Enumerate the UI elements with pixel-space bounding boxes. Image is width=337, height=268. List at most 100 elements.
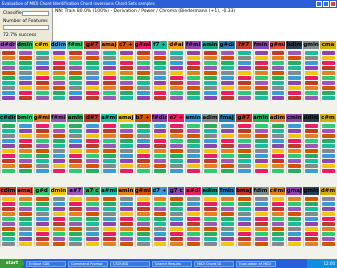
sample-chip[interactable]: [204, 134, 217, 138]
chord-header[interactable]: dmin: [16, 41, 33, 49]
sample-chip[interactable]: [204, 71, 217, 75]
sample-chip[interactable]: [305, 197, 319, 201]
sample-chip[interactable]: [153, 91, 167, 95]
sample-chip[interactable]: [220, 159, 234, 163]
sample-chip[interactable]: [86, 202, 100, 206]
sample-chip[interactable]: [153, 222, 167, 226]
sample-chip[interactable]: [187, 76, 201, 80]
sample-chip[interactable]: [52, 164, 66, 168]
chord-header[interactable]: c#dim: [0, 114, 16, 122]
sample-chip[interactable]: [86, 61, 100, 65]
sample-chip[interactable]: [52, 217, 66, 221]
sample-chip[interactable]: [18, 212, 32, 216]
chord-header[interactable]: amaj: [117, 114, 134, 122]
sample-chip[interactable]: [237, 124, 251, 128]
sample-chip[interactable]: [305, 232, 319, 236]
sample-chip[interactable]: [220, 154, 234, 158]
sample-chip[interactable]: [220, 217, 234, 221]
chord-header[interactable]: f#7: [235, 41, 252, 49]
sample-chip[interactable]: [136, 144, 150, 148]
sample-chip[interactable]: [52, 232, 66, 236]
sample-chip[interactable]: [170, 212, 184, 216]
sample-chip[interactable]: [305, 61, 319, 65]
chord-header[interactable]: g#7: [235, 114, 252, 122]
sample-chip[interactable]: [322, 129, 335, 133]
sample-chip[interactable]: [119, 202, 133, 206]
sample-chip[interactable]: [119, 222, 133, 226]
sample-chip[interactable]: [86, 159, 100, 163]
sample-chip[interactable]: [52, 222, 66, 226]
sample-chip[interactable]: [69, 124, 83, 128]
sample-chip[interactable]: [52, 124, 66, 128]
sample-chip[interactable]: [2, 212, 15, 216]
sample-chip[interactable]: [69, 217, 83, 221]
chord-header[interactable]: amaj: [101, 41, 117, 49]
chord-header[interactable]: fmaj: [218, 114, 235, 122]
sample-chip[interactable]: [52, 154, 66, 158]
start-button[interactable]: start: [0, 259, 24, 268]
sample-chip[interactable]: [170, 71, 184, 75]
sample-chip[interactable]: [237, 227, 251, 231]
sample-chip[interactable]: [18, 237, 32, 241]
sample-chip[interactable]: [103, 164, 116, 168]
sample-chip[interactable]: [288, 197, 302, 201]
sample-chip[interactable]: [254, 227, 268, 231]
sample-chip[interactable]: [2, 81, 15, 85]
sample-chip[interactable]: [254, 207, 268, 211]
sample-chip[interactable]: [187, 139, 201, 143]
sample-chip[interactable]: [322, 144, 335, 148]
sample-chip[interactable]: [305, 51, 319, 55]
chord-header[interactable]: gmin: [303, 187, 320, 195]
sample-chip[interactable]: [69, 91, 83, 95]
sample-chip[interactable]: [288, 76, 302, 80]
sample-chip[interactable]: [103, 51, 116, 55]
sample-chip[interactable]: [69, 159, 83, 163]
sample-chip[interactable]: [18, 197, 32, 201]
sample-chip[interactable]: [305, 76, 319, 80]
sample-chip[interactable]: [322, 134, 335, 138]
sample-chip[interactable]: [288, 207, 302, 211]
sample-chip[interactable]: [170, 144, 184, 148]
sample-chip[interactable]: [288, 139, 302, 143]
sample-chip[interactable]: [119, 134, 133, 138]
sample-chip[interactable]: [220, 169, 234, 173]
sample-chip[interactable]: [237, 81, 251, 85]
sample-chip[interactable]: [2, 56, 15, 60]
sample-chip[interactable]: [220, 91, 234, 95]
sample-chip[interactable]: [136, 237, 150, 241]
sample-chip[interactable]: [153, 169, 167, 173]
sample-chip[interactable]: [103, 124, 116, 128]
sample-chip[interactable]: [153, 202, 167, 206]
sample-chip[interactable]: [103, 134, 116, 138]
sample-chip[interactable]: [52, 66, 66, 70]
sample-chip[interactable]: [204, 154, 217, 158]
sample-chip[interactable]: [237, 217, 251, 221]
sample-chip[interactable]: [18, 154, 32, 158]
sample-chip[interactable]: [18, 61, 32, 65]
sample-chip[interactable]: [86, 242, 100, 246]
sample-chip[interactable]: [322, 227, 335, 231]
sample-chip[interactable]: [305, 66, 319, 70]
sample-chip[interactable]: [86, 169, 100, 173]
sample-chip[interactable]: [2, 222, 15, 226]
sample-chip[interactable]: [119, 124, 133, 128]
sample-chip[interactable]: [153, 61, 167, 65]
sample-chip[interactable]: [237, 154, 251, 158]
sample-chip[interactable]: [2, 242, 15, 246]
sample-chip[interactable]: [220, 129, 234, 133]
sample-chip[interactable]: [322, 76, 335, 80]
sample-chip[interactable]: [69, 232, 83, 236]
sample-chip[interactable]: [119, 51, 133, 55]
sample-chip[interactable]: [119, 232, 133, 236]
chord-header[interactable]: c#m: [33, 41, 50, 49]
sample-chip[interactable]: [136, 91, 150, 95]
sample-chip[interactable]: [35, 237, 49, 241]
chord-header[interactable]: bmaj: [235, 187, 252, 195]
sample-chip[interactable]: [271, 51, 285, 55]
sample-chip[interactable]: [187, 51, 201, 55]
sample-chip[interactable]: [220, 149, 234, 153]
taskbar-item[interactable]: Command Prompt: [68, 260, 108, 267]
chord-header[interactable]: g#di: [218, 41, 235, 49]
sample-chip[interactable]: [86, 66, 100, 70]
sample-chip[interactable]: [35, 51, 49, 55]
